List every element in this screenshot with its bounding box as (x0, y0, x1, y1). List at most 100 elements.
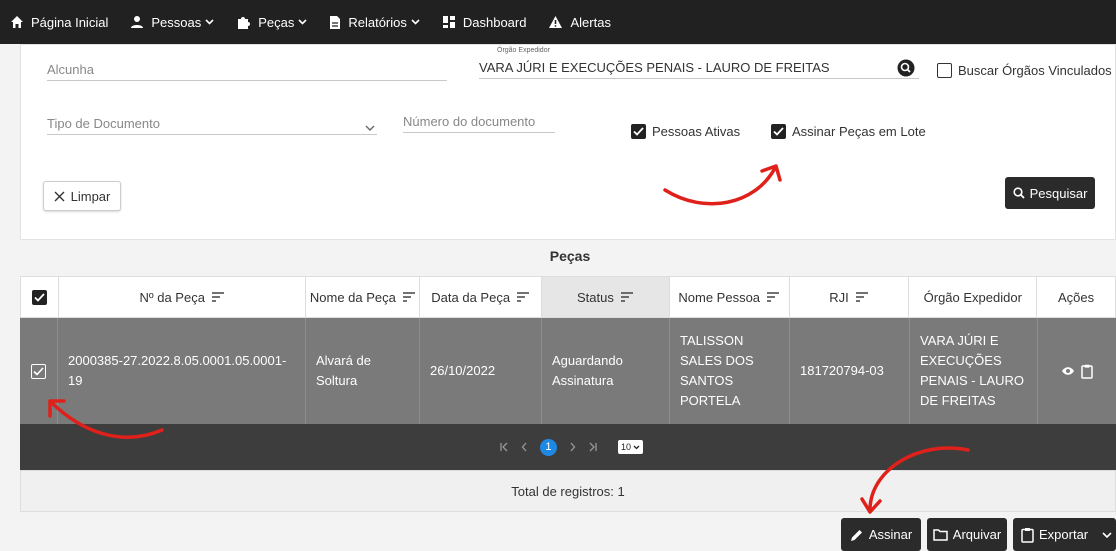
exportar-button[interactable]: Exportar (1013, 518, 1116, 551)
nav-item-relatorios[interactable]: Relatórios (329, 15, 420, 30)
dashboard-icon (442, 15, 456, 29)
eye-icon[interactable] (1061, 366, 1075, 376)
pesquisar-label: Pesquisar (1029, 185, 1088, 201)
nav-item-alertas[interactable]: Alertas (548, 14, 611, 30)
chevron-down-icon (205, 19, 214, 25)
close-icon (54, 191, 65, 202)
folder-icon (933, 528, 948, 541)
current-page[interactable]: 1 (539, 438, 557, 456)
nav-item-pecas[interactable]: Peças (236, 15, 307, 30)
nav-item-dashboard[interactable]: Dashboard (442, 14, 527, 30)
limpar-button[interactable]: Limpar (43, 181, 121, 211)
assinar-button[interactable]: Assinar (841, 518, 921, 551)
pessoas-ativas-checkbox[interactable]: Pessoas Ativas (631, 124, 740, 139)
select-all-checkbox[interactable] (21, 277, 59, 317)
nav-item-label: Dashboard (462, 14, 527, 30)
checkbox-box (31, 289, 47, 305)
sort-icon (402, 292, 416, 302)
total-registros: Total de registros: 1 (20, 470, 1116, 512)
column-label: Ações (1058, 289, 1095, 305)
prev-page-icon[interactable] (521, 442, 528, 452)
document-icon (329, 15, 341, 30)
filter-card: Alcunha Órgão Expedidor VARA JÚRI E EXEC… (20, 44, 1116, 240)
puzzle-icon (236, 15, 251, 30)
person-icon (130, 15, 144, 29)
sort-icon (855, 292, 869, 302)
tipo-documento-placeholder: Tipo de Documento (47, 116, 160, 131)
arquivar-label: Arquivar (952, 527, 1002, 542)
column-label: Nome da Peça (309, 289, 396, 305)
page-size-select[interactable]: 10 (617, 440, 643, 454)
first-page-icon[interactable] (499, 442, 509, 452)
home-icon (10, 15, 24, 29)
cell-status: Aguardando Assinatura (542, 318, 670, 424)
alcunha-placeholder: Alcunha (47, 62, 94, 77)
assinar-label: Assinar (868, 527, 913, 542)
page-size-value: 10 (620, 442, 631, 452)
assinar-pecas-lote-checkbox[interactable]: Assinar Peças em Lote (771, 124, 926, 139)
cell-orgao-expedidor: VARA JÚRI E EXECUÇÕES PENAIS - LAURO DE … (910, 318, 1038, 424)
exportar-label: Exportar (1039, 527, 1089, 542)
clipboard-icon[interactable] (1081, 364, 1093, 379)
tipo-documento-select[interactable]: Tipo de Documento (47, 113, 377, 135)
orgao-expedidor-label: Órgão Expedidor (497, 47, 550, 54)
table-row[interactable]: 2000385-27.2022.8.05.0001.05.0001-19 Alv… (20, 318, 1116, 424)
col-orgao-expedidor: Órgão Expedidor (909, 277, 1038, 317)
sort-icon (516, 292, 530, 302)
checkbox-label: Assinar Peças em Lote (792, 124, 926, 139)
pecas-table: Nº da Peça Nome da Peça Data da Peça Sta… (20, 276, 1116, 512)
cell-nome-pessoa: TALISSON SALES DOS SANTOS PORTELA (670, 318, 790, 424)
limpar-label: Limpar (70, 188, 111, 204)
checkbox-label: Pessoas Ativas (652, 124, 741, 139)
numero-documento-input[interactable]: Número do documento (403, 111, 555, 133)
cell-nome-peca: Alvará de Soltura (306, 318, 420, 424)
pencil-icon (850, 528, 864, 542)
arquivar-button[interactable]: Arquivar (927, 518, 1007, 551)
checkbox-label: Buscar Órgãos Vinculados (958, 63, 1112, 78)
search-icon (1012, 187, 1025, 199)
col-nome-pessoa[interactable]: Nome Pessoa (670, 277, 790, 317)
col-acoes: Ações (1037, 277, 1115, 317)
nav-item-pessoas[interactable]: Pessoas (130, 15, 214, 30)
row-checkbox[interactable] (20, 318, 58, 424)
section-title: Peças (549, 248, 591, 264)
nav-item-label: Pessoas (151, 14, 202, 30)
search-icon[interactable] (897, 59, 915, 77)
orgao-expedidor-input[interactable]: VARA JÚRI E EXECUÇÕES PENAIS - LAURO DE … (479, 57, 919, 79)
column-label: Status (577, 289, 614, 305)
sort-icon (766, 292, 780, 302)
alcunha-input[interactable]: Alcunha (47, 59, 447, 81)
pesquisar-button[interactable]: Pesquisar (1005, 177, 1095, 209)
col-rji[interactable]: RJI (790, 277, 910, 317)
sort-icon (211, 292, 225, 302)
table-header: Nº da Peça Nome da Peça Data da Peça Sta… (20, 276, 1116, 318)
clipboard-icon (1021, 527, 1034, 543)
cell-data-peca: 26/10/2022 (420, 318, 542, 424)
col-numero-peca[interactable]: Nº da Peça (59, 277, 307, 317)
chevron-down-icon (411, 19, 420, 25)
nav-item-label: Peças (258, 14, 295, 30)
column-label: Data da Peça (431, 289, 511, 305)
nav-item-pagina-inicial[interactable]: Página Inicial (10, 15, 108, 30)
checkbox-box (937, 63, 952, 78)
cell-rji: 181720794-03 (790, 318, 910, 424)
nav-item-label: Alertas (570, 14, 611, 30)
warning-icon (548, 15, 563, 29)
last-page-icon[interactable] (588, 442, 598, 452)
checkbox-box (631, 124, 646, 139)
chevron-down-icon (633, 445, 640, 449)
pagination: 1 10 (20, 424, 1116, 470)
checkbox-box (31, 363, 46, 379)
next-page-icon[interactable] (569, 442, 576, 452)
nav-item-label: Página Inicial (31, 14, 109, 30)
numero-documento-placeholder: Número do documento (403, 114, 536, 129)
column-label: Nº da Peça (139, 289, 205, 305)
top-nav: Página Inicial Pessoas Peças Relatórios … (0, 0, 1116, 44)
checkbox-box (771, 124, 786, 139)
chevron-down-icon (365, 125, 375, 131)
col-data-peca[interactable]: Data da Peça (420, 277, 543, 317)
col-status[interactable]: Status (542, 277, 670, 317)
col-nome-peca[interactable]: Nome da Peça (306, 277, 421, 317)
buscar-orgaos-vinculados-checkbox[interactable]: Buscar Órgãos Vinculados (937, 63, 1112, 78)
chevron-down-icon (298, 19, 307, 25)
